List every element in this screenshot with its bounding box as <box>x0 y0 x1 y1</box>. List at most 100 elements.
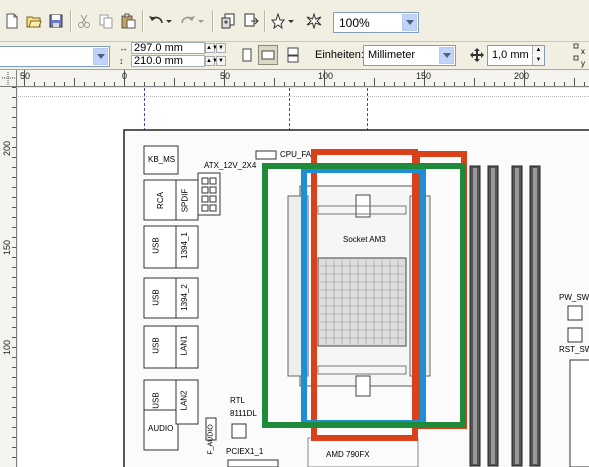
ruler-tick <box>54 82 55 86</box>
chevron-down-icon[interactable] <box>402 14 417 31</box>
paper-size-select[interactable] <box>0 46 110 67</box>
ruler-tick <box>12 357 16 358</box>
ruler-tick <box>12 157 16 158</box>
ruler-tick <box>414 82 415 86</box>
paste-icon[interactable] <box>118 11 138 31</box>
ruler-tick <box>12 247 16 248</box>
ruler-tick <box>164 82 165 86</box>
ruler-tick <box>12 287 16 288</box>
ruler-tick <box>74 78 75 86</box>
height-lock-icon[interactable]: ▼ <box>216 56 226 66</box>
ruler-tick <box>364 82 365 86</box>
launcher-icon[interactable] <box>268 11 288 31</box>
chevron-down-icon[interactable] <box>93 48 108 65</box>
nudge-up-icon[interactable]: ▲ <box>532 46 544 55</box>
nudge-field[interactable]: 1,0 mm ▲ ▼ <box>487 45 545 66</box>
units-select[interactable]: Millimeter <box>363 45 456 66</box>
height-spin-icon[interactable]: ▲▼ <box>205 56 218 66</box>
portrait-icon[interactable] <box>237 45 257 65</box>
ruler-tick <box>564 82 565 86</box>
launcher-dropdown-icon[interactable] <box>286 11 296 31</box>
landscape-icon[interactable] <box>258 45 278 65</box>
ruler-tick <box>12 167 16 168</box>
ruler-tick <box>254 82 255 86</box>
ruler-tick <box>12 297 16 298</box>
chevron-down-icon[interactable] <box>439 47 454 64</box>
ruler-tick <box>12 387 16 388</box>
horizontal-ruler[interactable] <box>0 70 589 87</box>
ruler-tick <box>304 82 305 86</box>
red-rectangle[interactable] <box>311 149 418 441</box>
ruler-tick <box>12 87 16 88</box>
ruler-tick <box>12 367 16 368</box>
ruler-tick <box>12 377 16 378</box>
export-icon[interactable] <box>241 11 261 31</box>
import-icon[interactable] <box>218 11 238 31</box>
width-value: 297.0 mm <box>134 42 183 54</box>
zoom-select[interactable]: 100% <box>333 12 419 33</box>
ruler-tick <box>104 82 105 86</box>
ruler-tick <box>12 437 16 438</box>
ruler-tick <box>12 217 16 218</box>
ruler-tick <box>244 82 245 86</box>
ruler-tick <box>534 82 535 86</box>
ruler-tick <box>144 82 145 86</box>
drawing-canvas[interactable]: KB_MS ATX_12V_2X4 CPU_FA RCA SPDIF USB 1… <box>18 88 589 467</box>
height-icon: ↕ <box>119 56 124 66</box>
ruler-tick <box>314 82 315 86</box>
new-icon[interactable] <box>2 11 22 31</box>
ruler-tick <box>12 407 16 408</box>
width-lock-icon[interactable]: ▼ <box>216 43 226 53</box>
ruler-tick <box>394 82 395 86</box>
green-rectangle[interactable] <box>262 163 466 428</box>
ruler-tick <box>384 82 385 86</box>
height-field[interactable]: 210.0 mm <box>131 55 205 67</box>
cut-icon[interactable] <box>74 11 94 31</box>
ruler-origin-icon[interactable] <box>0 70 17 87</box>
ruler-tick <box>584 82 585 86</box>
ruler-tick <box>204 82 205 86</box>
nudge-down-icon[interactable]: ▼ <box>532 56 544 65</box>
save-icon[interactable] <box>46 11 66 31</box>
ruler-tick <box>434 82 435 86</box>
ruler-tick <box>12 97 16 98</box>
ruler-label: 200 <box>514 71 530 81</box>
ruler-tick <box>12 417 16 418</box>
ruler-tick <box>174 78 175 86</box>
ruler-tick <box>12 317 16 318</box>
redo-dropdown-icon[interactable] <box>196 11 206 31</box>
ruler-tick <box>374 78 375 86</box>
ruler-tick <box>114 82 115 86</box>
ruler-tick <box>334 82 335 86</box>
undo-dropdown-icon[interactable] <box>164 11 174 31</box>
page-layout-icon[interactable] <box>283 45 303 65</box>
ruler-tick <box>154 82 155 86</box>
svg-text:y: y <box>581 59 585 68</box>
redo-icon[interactable] <box>178 11 198 31</box>
duplicate-offset-y-icon[interactable]: y <box>570 52 589 72</box>
ruler-tick <box>214 82 215 86</box>
ruler-tick <box>464 82 465 86</box>
width-spin-icon[interactable]: ▲▼ <box>205 43 218 53</box>
ruler-tick <box>12 137 16 138</box>
height-value: 210.0 mm <box>134 55 183 67</box>
ruler-tick <box>274 78 275 86</box>
ruler-tick <box>404 82 405 86</box>
open-icon[interactable] <box>24 11 44 31</box>
units-value: Millimeter <box>368 49 416 61</box>
blue-rectangle[interactable] <box>301 167 426 426</box>
ruler-tick <box>44 82 45 86</box>
ruler-tick <box>64 82 65 86</box>
app-icon[interactable] <box>304 11 324 31</box>
ruler-tick <box>504 82 505 86</box>
ruler-tick <box>484 82 485 86</box>
ruler-tick <box>12 107 16 108</box>
ruler-tick <box>184 82 185 86</box>
ruler-label: 100 <box>2 339 12 355</box>
ruler-tick <box>12 427 16 428</box>
ruler-tick <box>12 397 16 398</box>
ruler-tick <box>234 82 235 86</box>
copy-icon[interactable] <box>96 11 116 31</box>
undo-icon[interactable] <box>146 11 166 31</box>
width-field[interactable]: 297.0 mm <box>131 42 205 54</box>
